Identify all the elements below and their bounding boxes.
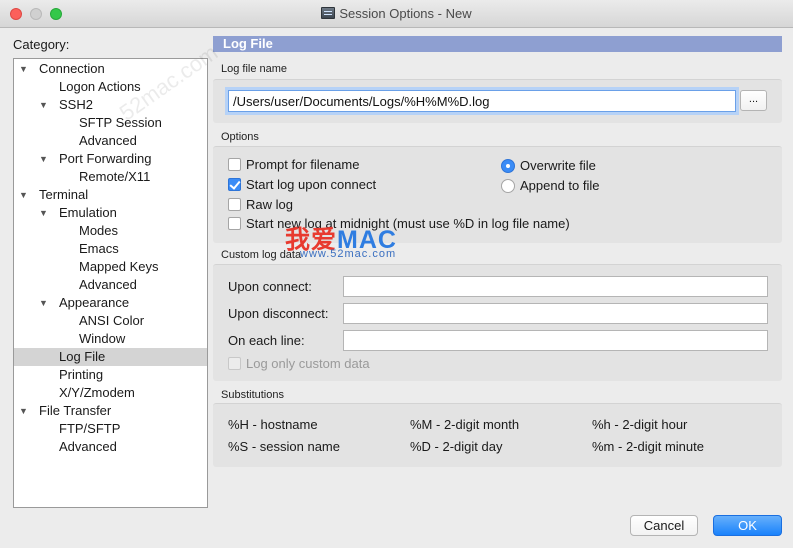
tree-item-printing[interactable]: Printing: [14, 366, 207, 384]
tree-item-x-y-zmodem[interactable]: X/Y/Zmodem: [14, 384, 207, 402]
radio-row: Overwrite file: [501, 158, 596, 176]
tree-item-label: ANSI Color: [79, 313, 145, 328]
option-checkbox[interactable]: [228, 158, 241, 171]
title-bar: Session Options - New: [0, 0, 793, 28]
log-only-custom-label: Log only custom data: [246, 356, 370, 371]
tree-item-label: Advanced: [79, 277, 137, 292]
custom-field-input[interactable]: [343, 276, 768, 297]
tree-item-label: Advanced: [59, 439, 117, 454]
disclosure-triangle-icon[interactable]: ▼: [19, 186, 28, 204]
terminal-icon: [321, 7, 336, 19]
option-radio[interactable]: [501, 159, 515, 173]
tree-item-label: Log File: [59, 349, 106, 364]
custom-field-label: Upon disconnect:: [228, 306, 329, 321]
tree-item-label: Logon Actions: [59, 79, 141, 94]
tree-item-emulation[interactable]: ▼ Emulation: [14, 204, 207, 222]
tree-item-advanced[interactable]: Advanced: [14, 132, 207, 150]
disclosure-triangle-icon[interactable]: ▼: [19, 402, 28, 420]
tree-item-advanced[interactable]: Advanced: [14, 438, 207, 456]
option-checkbox[interactable]: [228, 198, 241, 211]
option-label: Start log upon connect: [246, 177, 377, 192]
log-only-custom-row: Log only custom data: [228, 356, 370, 374]
tree-item-label: Mapped Keys: [79, 259, 159, 274]
option-label: Raw log: [246, 197, 293, 212]
disclosure-triangle-icon[interactable]: ▼: [39, 204, 48, 222]
substitution-item: %M - 2-digit month: [410, 417, 520, 432]
option-checkbox[interactable]: [228, 178, 241, 191]
tree-item-remote-x11[interactable]: Remote/X11: [14, 168, 207, 186]
option-radio[interactable]: [501, 179, 515, 193]
radio-row: Append to file: [501, 178, 600, 196]
log-file-name-input[interactable]: [228, 90, 736, 112]
tree-item-label: Appearance: [59, 295, 130, 310]
substitution-item: %D - 2-digit day: [410, 439, 503, 454]
options-label: Options: [221, 131, 259, 143]
log-only-custom-checkbox[interactable]: [228, 357, 241, 370]
custom-field-input[interactable]: [343, 303, 768, 324]
custom-field-label: Upon connect:: [228, 279, 312, 294]
category-tree[interactable]: ▼ Connection Logon Actions ▼ SSH2 SFTP Sessio…: [13, 58, 208, 508]
tree-item-label: FTP/SFTP: [59, 421, 121, 436]
tree-item-emacs[interactable]: Emacs: [14, 240, 207, 258]
radio-label: Append to file: [520, 178, 600, 193]
tree-item-label: Modes: [79, 223, 119, 238]
tree-item-label: Port Forwarding: [59, 151, 152, 166]
tree-item-label: Printing: [59, 367, 104, 382]
tree-item-label: File Transfer: [39, 403, 112, 418]
tree-item-label: Emulation: [59, 205, 117, 220]
substitution-item: %m - 2-digit minute: [592, 439, 704, 454]
option-row: Raw log: [228, 197, 293, 215]
option-row: Start log upon connect: [228, 177, 376, 195]
cancel-button[interactable]: Cancel: [630, 515, 698, 536]
tree-item-label: SFTP Session: [79, 115, 162, 130]
disclosure-triangle-icon[interactable]: ▼: [39, 150, 48, 168]
browse-button[interactable]: ...: [740, 90, 767, 111]
substitution-item: %h - 2-digit hour: [592, 417, 688, 432]
tree-item-label: Window: [79, 331, 126, 346]
log-file-name-label: Log file name: [221, 63, 288, 75]
disclosure-triangle-icon[interactable]: ▼: [39, 294, 48, 312]
substitution-item: %H - hostname: [228, 417, 318, 432]
session-options-window: Session Options - New Category: ▼ Connect…: [0, 0, 793, 548]
tree-item-ftp-sftp[interactable]: FTP/SFTP: [14, 420, 207, 438]
tree-item-terminal[interactable]: ▼ Terminal: [14, 186, 207, 204]
radio-label: Overwrite file: [520, 158, 596, 173]
tree-item-modes[interactable]: Modes: [14, 222, 207, 240]
tree-item-log-file[interactable]: Log File: [14, 348, 207, 366]
tree-item-label: SSH2: [59, 97, 93, 112]
substitutions-label: Substitutions: [221, 389, 284, 401]
window-title: Session Options - New: [339, 6, 472, 21]
watermark-url: www.52mac.com: [300, 248, 397, 260]
substitution-item: %S - session name: [228, 439, 340, 454]
tree-item-label: Terminal: [39, 187, 89, 202]
tree-item-label: Connection: [39, 61, 105, 76]
tree-item-label: X/Y/Zmodem: [59, 385, 135, 400]
custom-field-input[interactable]: [343, 330, 768, 351]
category-label: Category:: [13, 37, 70, 52]
tree-item-advanced[interactable]: Advanced: [14, 276, 207, 294]
option-label: Prompt for filename: [246, 157, 360, 172]
ok-button[interactable]: OK: [713, 515, 782, 536]
tree-item-sftp-session[interactable]: SFTP Session: [14, 114, 207, 132]
option-checkbox[interactable]: [228, 217, 241, 230]
tree-item-file-transfer[interactable]: ▼ File Transfer: [14, 402, 207, 420]
tree-item-ssh2[interactable]: ▼ SSH2: [14, 96, 207, 114]
tree-item-label: Remote/X11: [79, 169, 151, 184]
panel-header: Log File: [213, 36, 782, 52]
custom-field-label: On each line:: [228, 333, 305, 348]
disclosure-triangle-icon[interactable]: ▼: [39, 96, 48, 114]
tree-item-label: Emacs: [79, 241, 119, 256]
tree-item-label: Advanced: [79, 133, 137, 148]
window-title-wrap: Session Options - New: [0, 6, 793, 21]
option-row: Prompt for filename: [228, 157, 359, 175]
tree-item-appearance[interactable]: ▼ Appearance: [14, 294, 207, 312]
disclosure-triangle-icon[interactable]: ▼: [19, 60, 28, 78]
substitutions-group: [213, 403, 782, 467]
tree-item-mapped-keys[interactable]: Mapped Keys: [14, 258, 207, 276]
option-row: Start new log at midnight (must use %D i…: [228, 216, 570, 234]
tree-item-ansi-color[interactable]: ANSI Color: [14, 312, 207, 330]
tree-item-window[interactable]: Window: [14, 330, 207, 348]
tree-item-port-forwarding[interactable]: ▼ Port Forwarding: [14, 150, 207, 168]
